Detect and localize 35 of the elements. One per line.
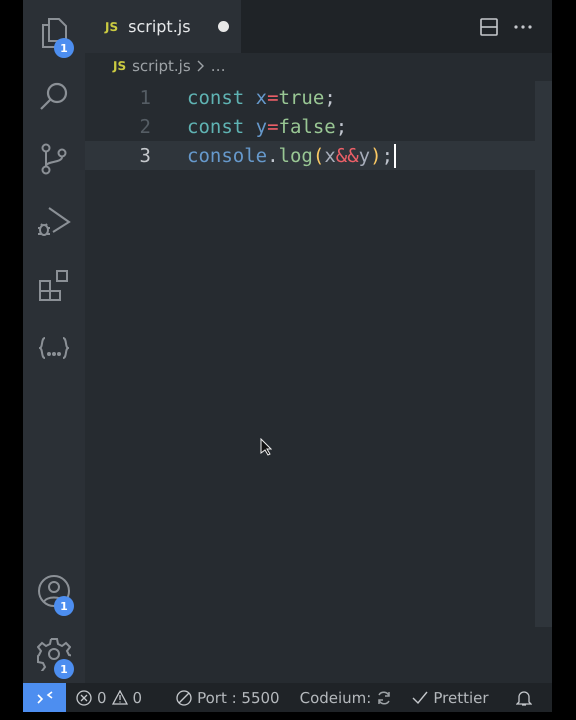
sync-icon — [376, 690, 392, 706]
count-badge: 1 — [54, 596, 74, 616]
breadcrumb-file[interactable]: script.js — [132, 57, 191, 75]
account-icon[interactable] — [37, 574, 71, 608]
code-line: const x=true; — [187, 86, 336, 108]
search-icon[interactable] — [39, 81, 69, 111]
source-control-icon[interactable] — [40, 143, 68, 175]
problems-button[interactable]: 0 0 — [66, 688, 152, 706]
run-debug-icon[interactable] — [37, 206, 71, 238]
code-line: console.log(x&&y); — [187, 144, 396, 168]
prettier-button[interactable]: Prettier — [402, 688, 499, 706]
editor-tab[interactable]: JS script.js — [85, 0, 241, 53]
codeium-button[interactable]: Codeium: — [290, 688, 402, 706]
check-icon — [412, 690, 428, 704]
code-line: const y=false; — [187, 116, 348, 138]
js-file-icon: JS — [113, 59, 126, 73]
port-button[interactable]: Port : 5500 — [152, 688, 290, 706]
remote-button[interactable] — [23, 683, 66, 712]
extensions-icon[interactable] — [38, 269, 70, 301]
count-badge: 1 — [54, 38, 74, 58]
error-icon — [76, 690, 92, 706]
bell-icon[interactable] — [516, 688, 532, 706]
scrollbar[interactable] — [535, 81, 552, 627]
more-icon[interactable] — [514, 24, 532, 28]
line-number: 3 — [138, 144, 152, 166]
blocked-icon — [176, 690, 192, 706]
chevron-icon — [196, 60, 205, 72]
count-badge: 1 — [54, 659, 74, 679]
braces-icon[interactable] — [39, 337, 69, 359]
breadcrumb-more[interactable]: … — [210, 57, 226, 75]
remote-icon — [36, 690, 52, 704]
settings-icon[interactable] — [37, 637, 71, 671]
split-editor-icon[interactable] — [480, 18, 498, 36]
warning-icon — [112, 690, 128, 705]
mouse-pointer-icon — [260, 438, 272, 456]
